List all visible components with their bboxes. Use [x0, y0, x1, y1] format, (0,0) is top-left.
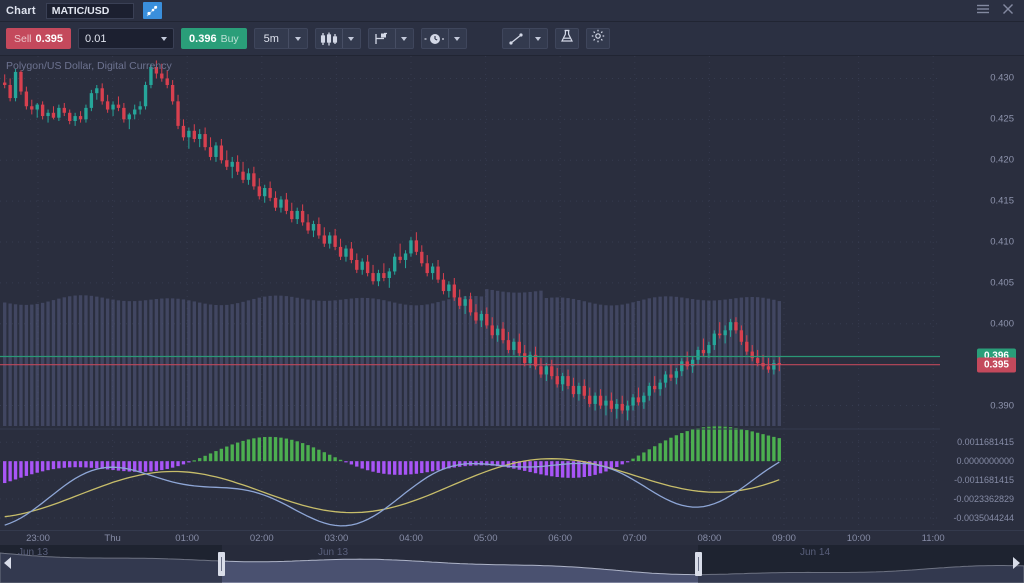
macd-axis-tick: -0.0035044244	[953, 513, 1014, 523]
timeframe-select[interactable]: 5m	[254, 28, 308, 49]
sessions-chevron[interactable]	[449, 29, 466, 48]
macd-axis-tick: 0.0000000000	[956, 456, 1014, 466]
chevron-down-icon	[401, 37, 407, 41]
time-axis-tick: 05:00	[474, 533, 498, 544]
time-axis-tick: 04:00	[399, 533, 423, 544]
clock-sessions-icon	[422, 29, 448, 48]
flask-indicators-icon	[560, 29, 574, 48]
trendline-icon	[503, 29, 529, 48]
window-title: Chart	[6, 5, 36, 17]
time-axis-tick: 07:00	[623, 533, 647, 544]
sessions-button[interactable]	[421, 28, 467, 49]
trendline-button[interactable]	[502, 28, 548, 49]
time-axis-tick: 23:00	[26, 533, 50, 544]
gear-settings-icon	[591, 29, 605, 48]
time-axis-tick: 06:00	[548, 533, 572, 544]
scroll-right-arrow-icon[interactable]	[1013, 557, 1020, 569]
macd-axis-tick: 0.0011681415	[957, 437, 1014, 447]
sell-label: Sell	[14, 33, 32, 45]
chart-type-chevron[interactable]	[343, 29, 360, 48]
scroll-left-arrow-icon[interactable]	[4, 557, 11, 569]
hamburger-menu-icon[interactable]	[976, 2, 990, 20]
window-controls	[976, 2, 1018, 20]
chart-canvas[interactable]: Polygon/US Dollar, Digital Currency 0.43…	[0, 56, 1024, 545]
drawing-marker-icon	[369, 29, 395, 48]
macd-axis-tick: -0.0023362829	[953, 494, 1014, 504]
time-axis-tick: 02:00	[250, 533, 274, 544]
macd-axis-tick: -0.0011681415	[954, 475, 1014, 485]
price-axis[interactable]: 0.430 0.425 0.420 0.415 0.410 0.405 0.400 0.390…	[940, 56, 1024, 545]
chevron-down-icon	[454, 37, 460, 41]
navigator-mask-right	[698, 545, 1024, 583]
navigator-date-label: Jun 13	[318, 547, 348, 558]
chevron-down-icon	[348, 37, 354, 41]
navigator-handle-right[interactable]	[695, 552, 702, 576]
price-axis-tick: 0.400	[990, 318, 1014, 329]
price-axis-tick: 0.415	[990, 196, 1014, 207]
chart-type-button[interactable]	[315, 28, 361, 49]
compare-glyph	[146, 5, 158, 17]
markers-chevron[interactable]	[396, 29, 413, 48]
buy-price: 0.396	[189, 33, 217, 45]
chart-toolbar: Sell 0.395 0.01 0.396 Buy 5m	[0, 22, 1024, 56]
buy-button[interactable]: 0.396 Buy	[181, 28, 247, 49]
range-navigator[interactable]: Jun 13 Jun 13 Jun 14	[0, 545, 1024, 583]
time-axis-tick: 11:00	[922, 533, 945, 544]
chevron-down-icon	[161, 37, 167, 41]
time-axis[interactable]: 23:00 Thu 01:00 02:00 03:00 04:00 05:00 06:00 07…	[0, 530, 1024, 545]
symbol-input[interactable]	[46, 3, 134, 19]
ask-price-badge[interactable]: 0.395	[977, 357, 1016, 372]
trendline-chevron[interactable]	[530, 29, 547, 48]
buy-label: Buy	[221, 33, 239, 45]
close-icon[interactable]	[1002, 2, 1014, 20]
price-plot	[0, 56, 1024, 545]
time-axis-tick: 03:00	[325, 533, 349, 544]
time-axis-tick: Thu	[104, 533, 120, 544]
price-axis-tick: 0.390	[990, 400, 1014, 411]
navigator-date-label: Jun 14	[800, 547, 830, 558]
chart-window: Chart Sell 0.395	[0, 0, 1024, 583]
indicators-button[interactable]	[555, 28, 579, 49]
compare-icon[interactable]	[143, 2, 162, 19]
timeframe-value: 5m	[255, 33, 288, 45]
price-axis-tick: 0.430	[990, 73, 1014, 84]
price-axis-tick: 0.410	[990, 237, 1014, 248]
navigator-handle-left[interactable]	[218, 552, 225, 576]
sell-button[interactable]: Sell 0.395	[6, 28, 71, 49]
navigator-date-label: Jun 13	[18, 547, 48, 558]
quantity-value: 0.01	[85, 33, 106, 45]
markers-button[interactable]	[368, 28, 414, 49]
time-axis-tick: 09:00	[772, 533, 796, 544]
price-axis-tick: 0.425	[990, 114, 1014, 125]
time-axis-tick: 10:00	[847, 533, 871, 544]
price-axis-tick: 0.405	[990, 277, 1014, 288]
chevron-down-icon	[295, 37, 301, 41]
quantity-select[interactable]: 0.01	[78, 28, 174, 49]
settings-button[interactable]	[586, 28, 610, 49]
price-axis-tick: 0.420	[990, 155, 1014, 166]
timeframe-chevron[interactable]	[289, 37, 307, 41]
time-axis-tick: 08:00	[698, 533, 722, 544]
sell-price: 0.395	[36, 33, 64, 45]
chevron-down-icon	[535, 37, 541, 41]
time-axis-tick: 01:00	[175, 533, 199, 544]
chart-type-candles-icon	[316, 29, 342, 48]
window-titlebar: Chart	[0, 0, 1024, 22]
